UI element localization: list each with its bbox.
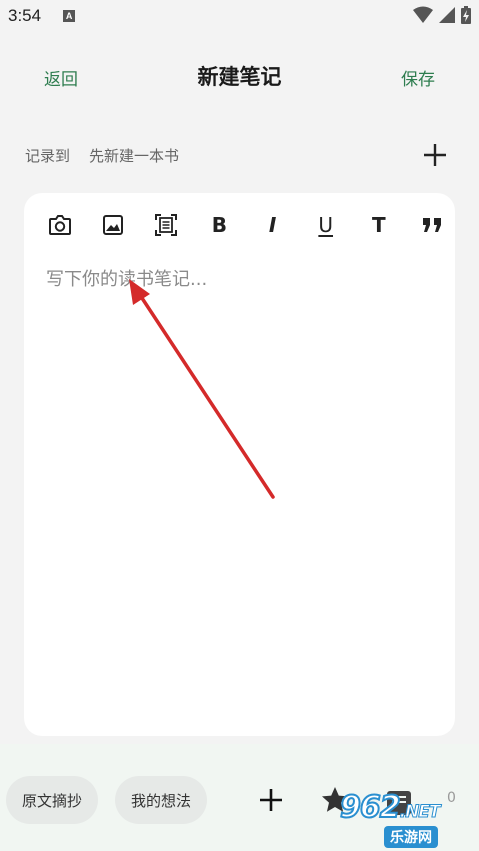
editor-card: B I U T 写下你的读书笔记... (24, 193, 455, 736)
a-icon: A (63, 10, 76, 22)
underline-icon[interactable]: U (312, 211, 340, 239)
underline-label: U (318, 213, 334, 237)
record-book-value[interactable]: 先新建一本书 (89, 145, 179, 166)
my-thoughts-button[interactable]: 我的想法 (115, 776, 208, 824)
add-book-icon[interactable] (420, 140, 450, 170)
scan-icon[interactable] (152, 211, 180, 239)
quote-icon[interactable] (418, 211, 446, 239)
bold-label: B (211, 213, 228, 237)
bold-icon[interactable]: B (205, 211, 233, 239)
status-icons (413, 6, 471, 24)
text-label: T (372, 213, 386, 237)
image-icon[interactable] (99, 211, 127, 239)
status-bar: 3:54 A (0, 0, 479, 32)
text-icon[interactable]: T (365, 211, 393, 239)
save-button[interactable]: 保存 (401, 65, 435, 90)
signal-icon (439, 7, 455, 23)
camera-icon[interactable] (46, 211, 74, 239)
note-editor[interactable]: 写下你的读书笔记... (46, 265, 436, 715)
header: 返回 新建笔记 保存 (0, 55, 479, 99)
wifi-icon (413, 6, 433, 23)
italic-icon[interactable]: I (259, 211, 287, 239)
record-to-label: 记录到 (25, 147, 71, 165)
record-to-row: 记录到 先新建一本书 (25, 143, 446, 167)
status-time: 3:54 (8, 6, 42, 25)
battery-icon (461, 6, 471, 24)
format-toolbar: B I U T (46, 209, 446, 241)
watermark-main: 962.NET (339, 789, 441, 826)
add-icon[interactable] (257, 786, 285, 814)
italic-label: I (268, 213, 277, 237)
watermark-logo: 962.NET 乐游网 (339, 789, 476, 848)
watermark-sub: 乐游网 (384, 826, 438, 848)
original-excerpt-button[interactable]: 原文摘抄 (6, 776, 99, 824)
